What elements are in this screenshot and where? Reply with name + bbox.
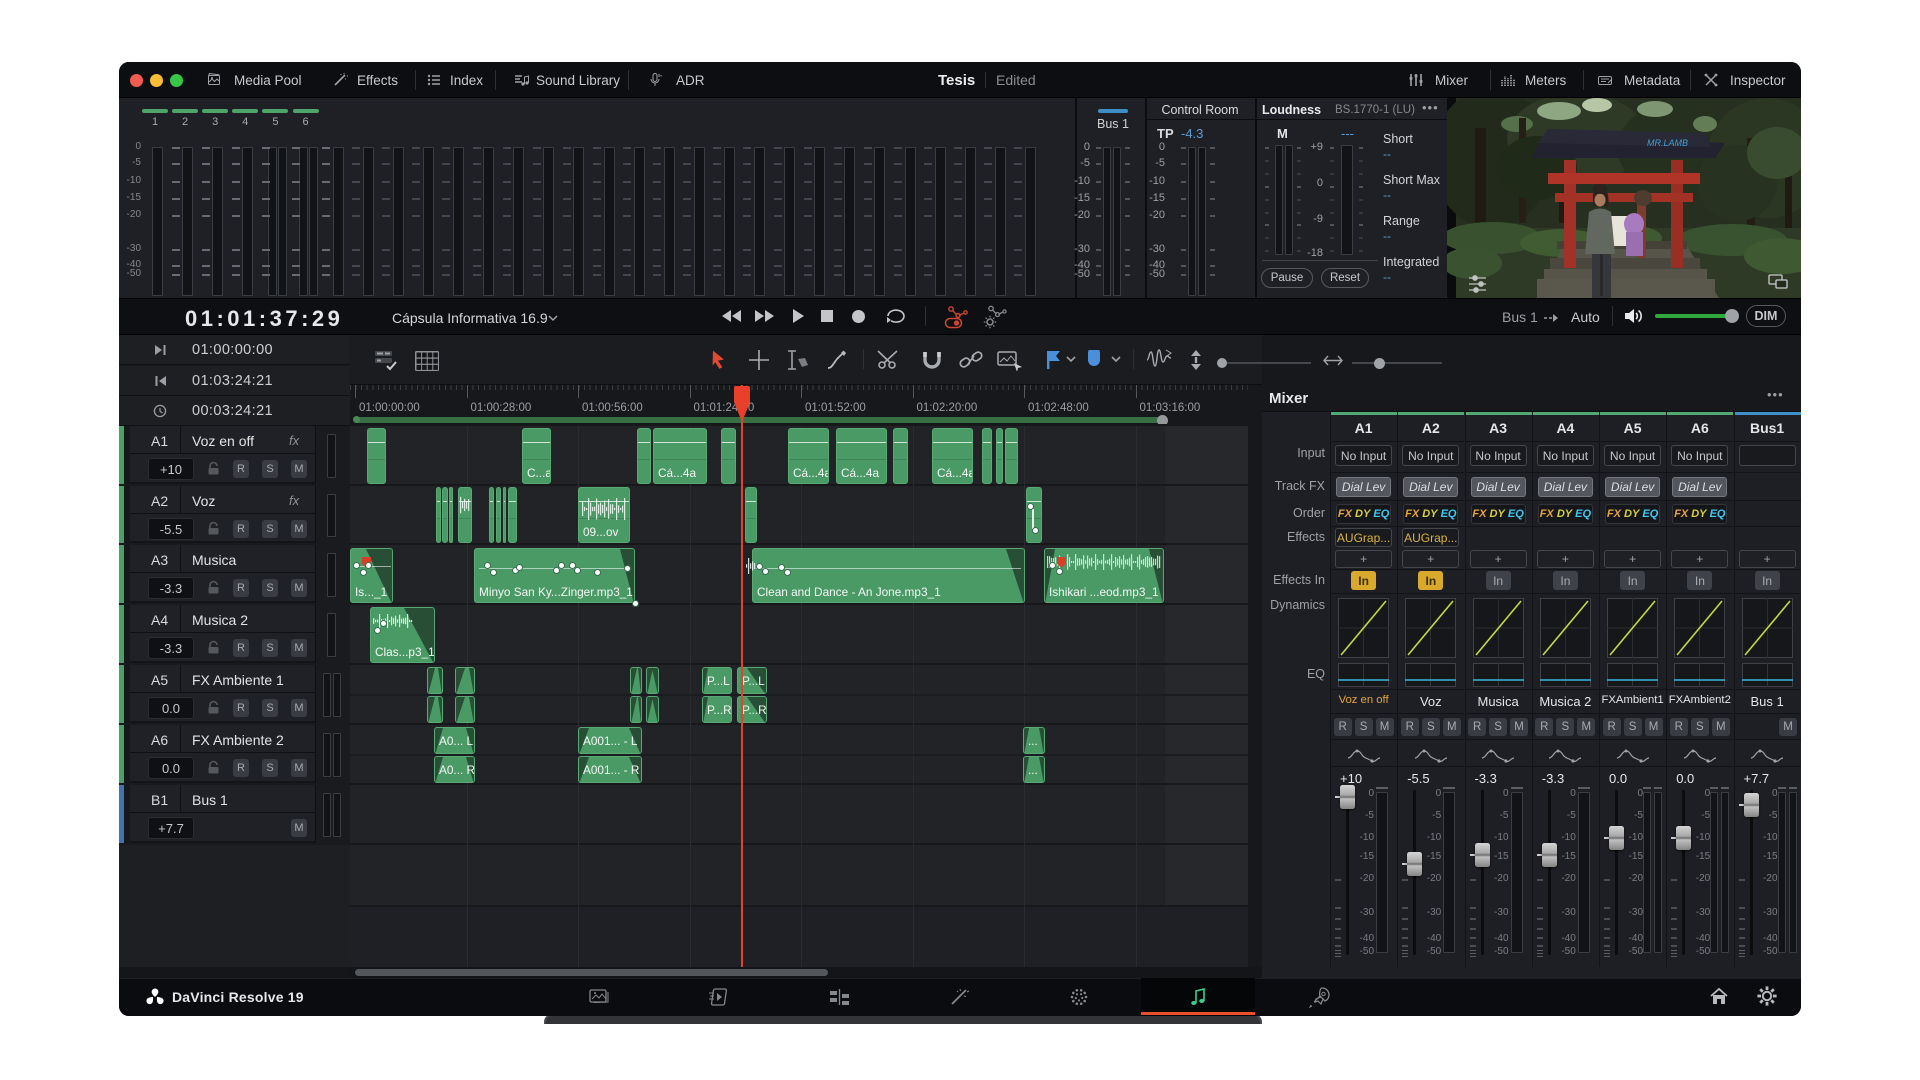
svg-text:MR.LAMB: MR.LAMB bbox=[1647, 138, 1688, 148]
